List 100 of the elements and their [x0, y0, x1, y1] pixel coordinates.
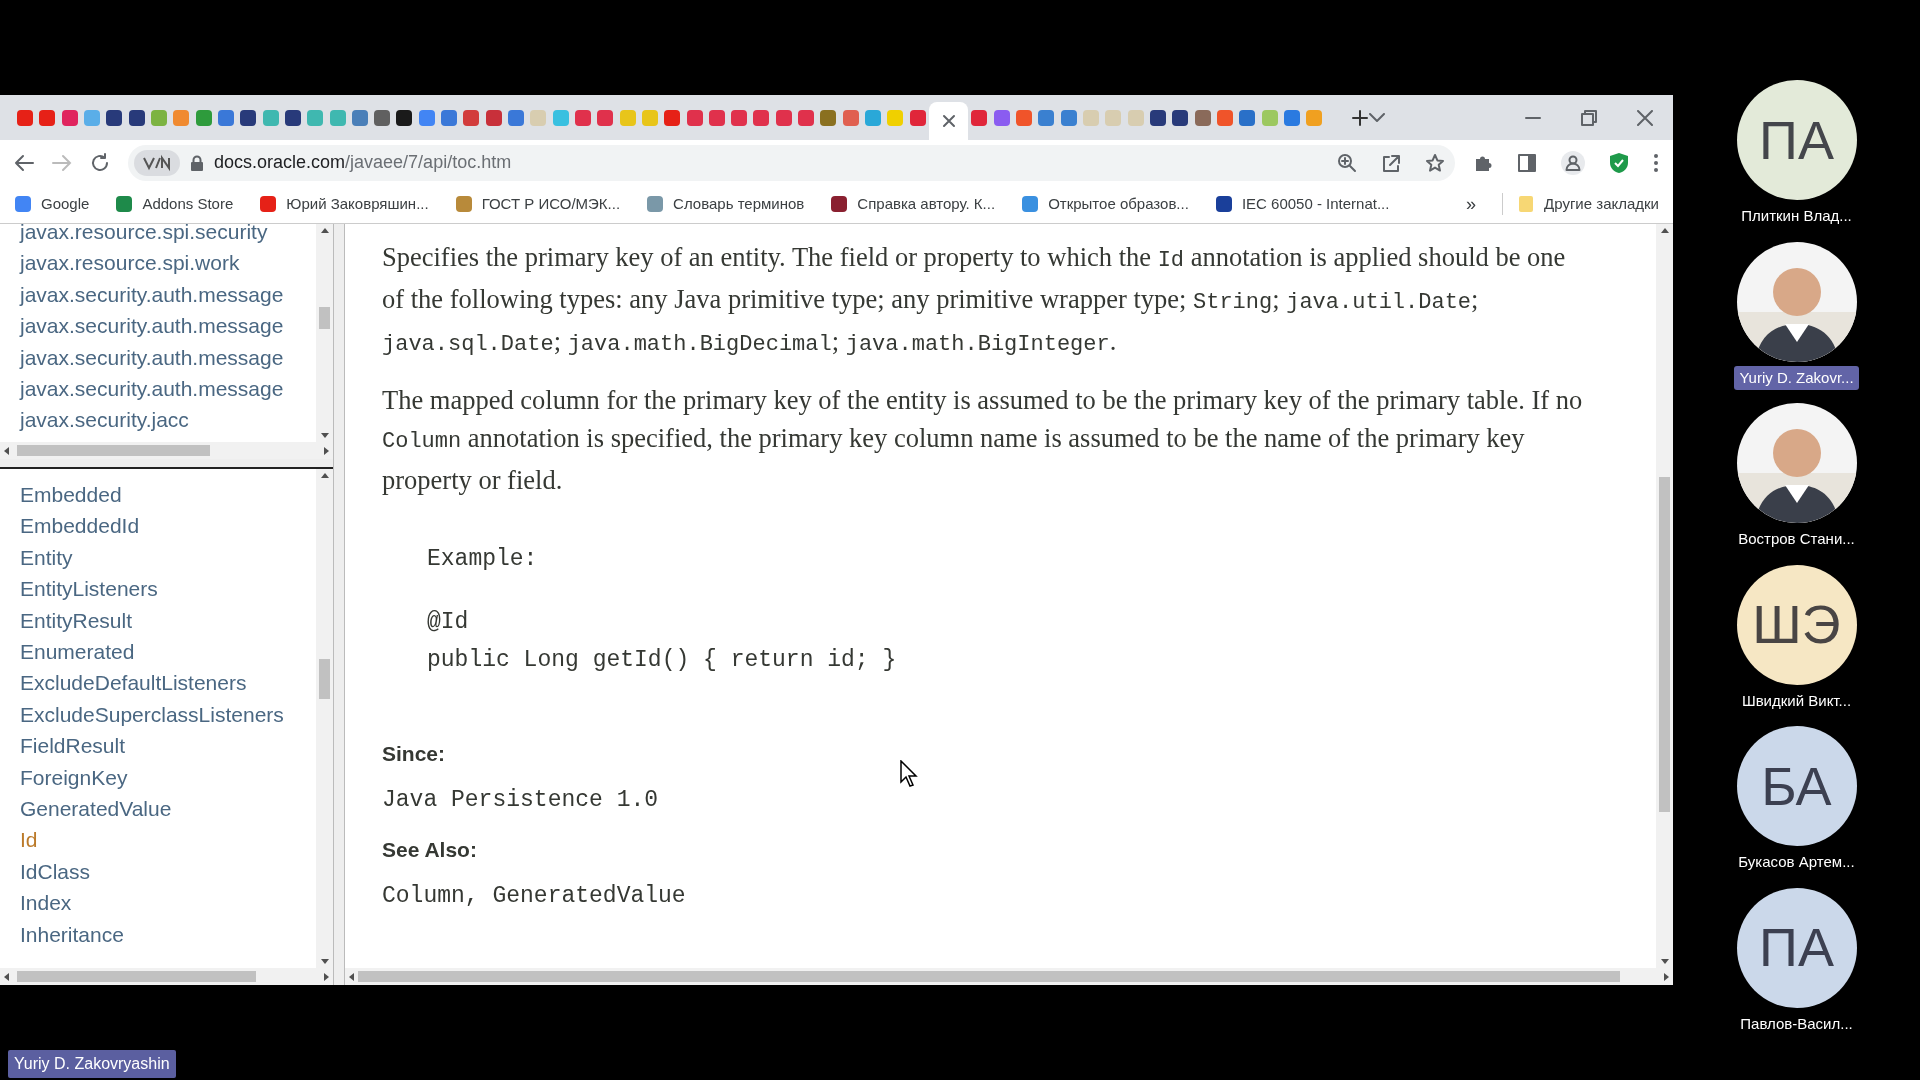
scroll-up-arrow-icon[interactable] — [320, 473, 329, 478]
scroll-down-arrow-icon[interactable] — [1660, 959, 1669, 964]
zoom-icon[interactable] — [1337, 152, 1357, 173]
scrollbar-thumb[interactable] — [358, 971, 1620, 982]
presenter-name-label: Yuriy D. Zakovryashin — [8, 1050, 176, 1078]
package-link[interactable]: javax.security.jacc — [20, 404, 316, 436]
scroll-left-arrow-icon[interactable] — [4, 972, 9, 981]
scroll-right-arrow-icon[interactable] — [324, 972, 329, 981]
more-bookmarks-button[interactable]: » — [1466, 190, 1477, 218]
lock-icon[interactable] — [190, 154, 204, 171]
vertical-scrollbar[interactable] — [1656, 224, 1673, 968]
class-link[interactable]: EmbeddedId — [20, 510, 316, 542]
address-bar[interactable]: docs.oracle.com/javaee/7/api/toc.htm — [128, 144, 1455, 181]
url-text: docs.oracle.com/javaee/7/api/toc.htm — [214, 151, 512, 174]
bookmark-folder[interactable]: Другие закладки — [1502, 192, 1659, 216]
plus-icon[interactable] — [1351, 109, 1370, 128]
participant-name: Букасов Артем... — [1737, 852, 1856, 872]
star-icon[interactable] — [1425, 152, 1445, 173]
scrollbar-thumb[interactable] — [319, 658, 330, 699]
bookmark[interactable]: Словарь терминов — [646, 192, 805, 216]
class-link[interactable]: Index — [20, 887, 316, 919]
bookmark[interactable]: Открытое образов... — [1021, 192, 1189, 216]
chevron-down-icon[interactable] — [1369, 112, 1386, 123]
class-link[interactable]: EntityListeners — [20, 573, 316, 605]
profile-icon[interactable] — [1561, 150, 1585, 175]
class-link[interactable]: EntityResult — [20, 604, 316, 637]
bookmark[interactable]: ГОСТ Р ИСО/МЭК... — [454, 192, 621, 216]
back-arrow-icon[interactable] — [14, 153, 34, 172]
participant-name: Востров Стани... — [1737, 529, 1856, 549]
scroll-up-arrow-icon[interactable] — [1660, 228, 1669, 233]
forward-arrow-icon[interactable] — [52, 153, 72, 172]
class-link[interactable]: Embedded — [20, 479, 316, 511]
side-panel-icon[interactable] — [1517, 152, 1537, 173]
scroll-down-arrow-icon[interactable] — [320, 433, 329, 438]
vertical-scrollbar[interactable] — [316, 469, 333, 968]
package-link[interactable]: javax.security.auth.message — [20, 373, 316, 405]
class-link[interactable]: ExcludeDefaultListeners — [20, 667, 316, 699]
bookmark-favicon-icon[interactable] — [830, 195, 849, 213]
scrollbar-thumb[interactable] — [16, 971, 257, 982]
example-label: Example: — [427, 545, 538, 574]
package-link[interactable]: javax.security.auth.message — [20, 278, 316, 311]
restore-icon[interactable] — [1581, 109, 1598, 126]
class-link[interactable]: IdClass — [20, 855, 316, 888]
menu-icon[interactable] — [1653, 152, 1659, 173]
scroll-right-arrow-icon[interactable] — [324, 446, 329, 455]
participant-name: Швидкий Викт... — [1740, 690, 1853, 711]
class-link[interactable]: GeneratedValue — [20, 793, 316, 825]
bookmark[interactable]: Addons Store — [115, 192, 234, 216]
mouse-cursor-icon — [900, 760, 918, 788]
bookmark-favicon-icon[interactable] — [259, 195, 278, 213]
participant-name: Yuriy D. Zakovr... — [1734, 365, 1859, 390]
bookmark-favicon-icon[interactable] — [115, 195, 134, 213]
horizontal-scrollbar[interactable] — [0, 442, 333, 459]
class-link[interactable]: Id — [20, 824, 316, 856]
class-link[interactable]: Inheritance — [20, 918, 316, 951]
close-icon[interactable] — [941, 114, 956, 128]
avatar: БА — [1736, 726, 1857, 846]
scroll-right-arrow-icon[interactable] — [1664, 972, 1669, 981]
vpn-icon[interactable] — [134, 149, 180, 176]
code-text: @Id public Long getId() { return id; } — [427, 608, 897, 675]
bookmark[interactable]: Справка автору. К... — [830, 192, 996, 216]
scroll-down-arrow-icon[interactable] — [320, 959, 329, 964]
class-link[interactable]: ExcludeSuperclassListeners — [20, 698, 316, 731]
horizontal-scrollbar[interactable] — [0, 968, 333, 985]
horizontal-scrollbar[interactable] — [345, 968, 1673, 985]
class-link[interactable]: Enumerated — [20, 636, 316, 668]
bookmark[interactable]: Google — [14, 192, 90, 216]
scroll-left-arrow-icon[interactable] — [4, 446, 9, 455]
package-link[interactable]: javax.security.auth.message — [20, 310, 316, 342]
class-link[interactable]: Entity — [20, 541, 316, 574]
reload-icon[interactable] — [90, 152, 110, 173]
vertical-scrollbar[interactable] — [316, 224, 333, 442]
scrollbar-thumb[interactable] — [16, 445, 210, 456]
avatar: ПА — [1736, 80, 1857, 200]
close-icon[interactable] — [1637, 109, 1654, 126]
frame-splitter[interactable] — [0, 459, 333, 469]
package-link[interactable]: javax.security.auth.message — [20, 341, 316, 374]
minimize-icon[interactable] — [1525, 115, 1542, 120]
paragraph: The mapped column for the primary key of the entity is assumed to be the primary key of the primary table. If no Column annotation is specified, the primary key column name is assumed to be the name of the primary key property or field. — [382, 384, 1584, 497]
scroll-up-arrow-icon[interactable] — [320, 228, 329, 233]
class-link[interactable]: FieldResult — [20, 730, 316, 762]
scrollbar-thumb[interactable] — [1659, 476, 1670, 812]
avatar: ПА — [1736, 887, 1857, 1008]
bookmark[interactable]: Юрий Заковряшин... — [259, 192, 429, 216]
since-value: Java Persistence 1.0 — [382, 786, 659, 815]
scrollbar-thumb[interactable] — [319, 306, 330, 329]
shield-icon[interactable] — [1609, 151, 1629, 174]
see-also-links[interactable]: Column, GeneratedValue — [382, 877, 686, 915]
paragraph: Specifies the primary key of an entity. The field or property to which the Id annotation is applied should be one of the following types: any Java primitive type; any primitive wrapper type; String; java.util.Date; java.sql.Date; java.math.BigDecimal; java.math.BigInteger. — [382, 241, 1567, 359]
scroll-left-arrow-icon[interactable] — [349, 972, 354, 981]
package-link[interactable]: javax.resource.spi.security — [20, 216, 316, 248]
package-link[interactable]: javax.resource.spi.work — [20, 247, 316, 279]
participant-name: Павлов-Васил... — [1739, 1013, 1854, 1034]
share-icon[interactable] — [1381, 152, 1401, 173]
since-label: Since: — [382, 741, 446, 767]
bookmark[interactable]: IEC 60050 - Internat... — [1214, 192, 1390, 216]
class-link[interactable]: ForeignKey — [20, 761, 316, 794]
see-also-label: See Also: — [382, 837, 477, 863]
bookmark-favicon-icon[interactable] — [1214, 195, 1233, 213]
participant-name: Плиткин Влад... — [1740, 206, 1853, 226]
